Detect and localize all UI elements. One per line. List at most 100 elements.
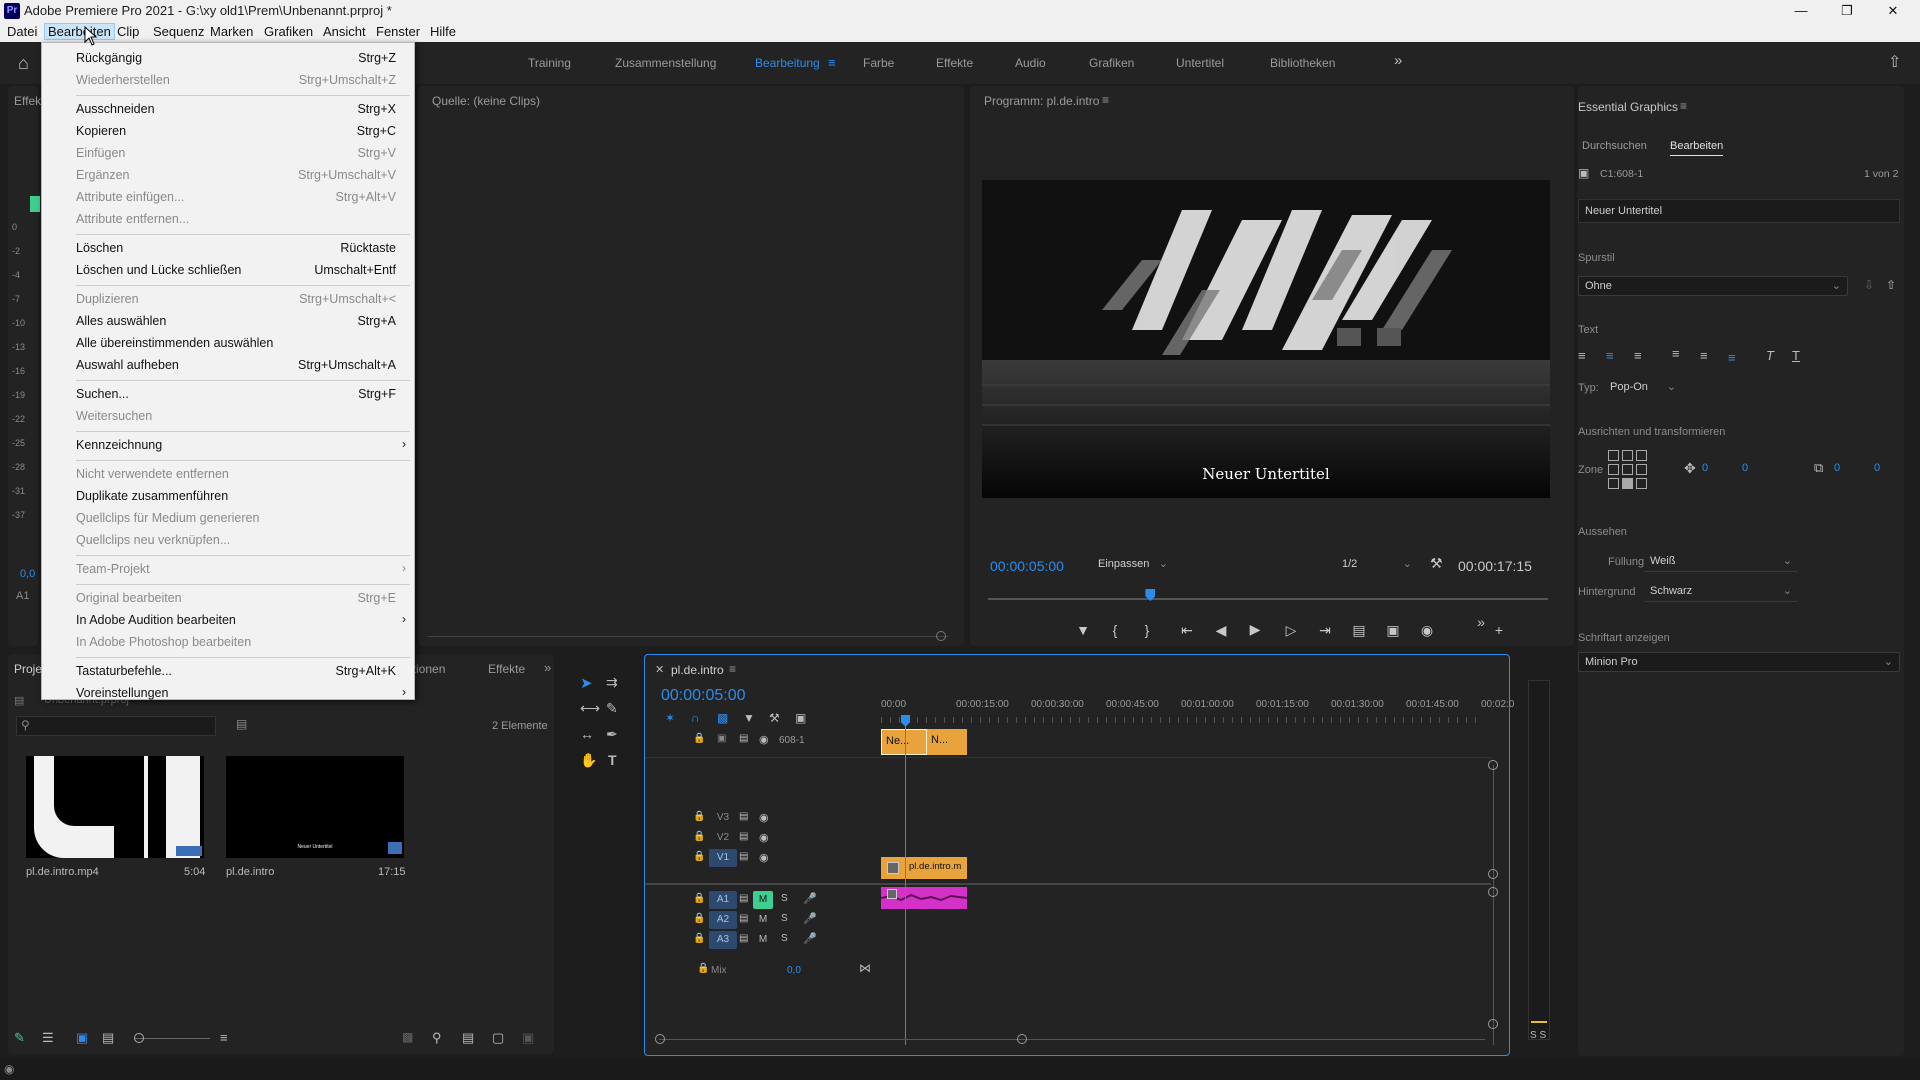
effect-tab[interactable]: Effekt	[14, 94, 44, 108]
eg-tab-edit[interactable]: Bearbeiten	[1670, 140, 1724, 156]
lock-icon[interactable]: 🔒	[697, 963, 709, 974]
write-protect-icon[interactable]: ✎	[14, 1030, 25, 1046]
project-tab[interactable]: Proje	[14, 662, 42, 676]
edit-menu-item[interactable]: Quellclips neu verknüpfen...	[76, 530, 402, 550]
eg-menu-icon[interactable]: ≡	[1680, 99, 1687, 113]
more-workspaces-icon[interactable]: »	[1394, 52, 1402, 69]
background-task-icon[interactable]: ◉	[4, 1062, 14, 1076]
edit-menu-item[interactable]: Original bearbeiten Strg+E	[76, 588, 402, 608]
extract-icon[interactable]: ▣	[1382, 622, 1404, 639]
workspace-bearbeitung[interactable]: Bearbeitung	[755, 56, 820, 70]
track-select-icon[interactable]: ⇉	[606, 674, 618, 691]
position-x[interactable]: 0	[1702, 462, 1708, 474]
minimize-icon[interactable]: —	[1778, 0, 1824, 22]
program-title[interactable]: Programm: pl.de.intro	[984, 94, 1099, 108]
timeline-vertical-scrollbar[interactable]	[1493, 765, 1494, 1045]
vscroll-handle-bottom[interactable]	[1488, 1019, 1498, 1029]
go-to-in-icon[interactable]: ⇤	[1176, 622, 1198, 639]
solo-button[interactable]: S	[781, 933, 788, 944]
toggle-output-icon[interactable]: ▤	[739, 811, 748, 822]
mix-value[interactable]: 0,0	[787, 965, 801, 976]
workspace-audio[interactable]: Audio	[1015, 56, 1046, 70]
edit-menu-item[interactable]: Quellclips für Medium generieren	[76, 508, 402, 528]
lock-icon[interactable]: 🔒	[693, 913, 705, 924]
scroll-handle-right[interactable]	[1017, 1034, 1027, 1044]
edit-menu-item[interactable]: Duplizieren Strg+Umschalt+<	[76, 289, 402, 309]
project-item-name[interactable]: pl.de.intro	[226, 866, 274, 878]
timeline-playhead[interactable]	[905, 715, 906, 1045]
toggle-sync-icon[interactable]: ▤	[739, 893, 748, 904]
audio-track-label[interactable]: A1	[709, 891, 737, 909]
eye-icon[interactable]: ◉	[759, 831, 769, 844]
program-monitor-frame[interactable]: Neuer Untertitel	[982, 180, 1550, 498]
project-search-input[interactable]: ⚲	[16, 716, 216, 736]
mix-go-to-icon[interactable]: ⋈	[859, 961, 871, 975]
go-to-out-icon[interactable]: ⇥	[1314, 622, 1336, 639]
edit-menu-item[interactable]: Ergänzen Strg+Umschalt+V	[76, 165, 402, 185]
zoom-slider-handle[interactable]	[134, 1033, 144, 1043]
edit-menu-item[interactable]: Auswahl aufheben Strg+Umschalt+A	[76, 355, 402, 375]
toggle-sync-icon[interactable]: ▤	[739, 933, 748, 944]
zoom-slider[interactable]	[134, 1038, 210, 1039]
maximize-icon[interactable]: ❐	[1824, 0, 1870, 22]
time-ruler[interactable]: 00:00 00:00:15:00 00:00:30:00 00:00:45:00 00…	[881, 699, 1514, 729]
program-menu-icon[interactable]: ≡	[1102, 93, 1109, 107]
menu-datei[interactable]: Datei	[4, 24, 40, 39]
push-style-icon[interactable]: ⇩	[1864, 278, 1874, 292]
edit-menu-item[interactable]: In Adobe Photoshop bearbeiten	[76, 632, 402, 652]
toggle-output-icon[interactable]: ▤	[739, 831, 748, 842]
underline-icon[interactable]: T	[1792, 348, 1800, 363]
menu-fenster[interactable]: Fenster	[373, 24, 423, 39]
align-right-icon[interactable]: ≡	[1634, 348, 1642, 363]
toggle-output-icon[interactable]: ▤	[739, 733, 748, 744]
type-dropdown[interactable]: Pop-On ⌄	[1604, 378, 1682, 398]
align-top-icon[interactable]: ≡	[1672, 346, 1680, 361]
edit-menu-item[interactable]: Tastaturbefehle... Strg+Alt+K	[76, 661, 402, 681]
effects-tab[interactable]: Effekte	[488, 662, 525, 676]
fit-dropdown[interactable]: Einpassen ⌄	[1092, 556, 1172, 574]
zone-cell[interactable]	[1636, 478, 1647, 489]
zone-cell[interactable]	[1622, 464, 1633, 475]
source-scrollbar[interactable]	[428, 636, 948, 637]
toggle-sync-icon[interactable]: ▤	[739, 913, 748, 924]
edit-menu-item[interactable]: Weitersuchen	[76, 406, 402, 426]
trash-icon[interactable]: ▣	[522, 1030, 534, 1046]
zone-cell[interactable]	[1636, 450, 1647, 461]
workspace-farbe[interactable]: Farbe	[863, 56, 894, 70]
align-bottom-icon[interactable]: ≡	[1728, 350, 1736, 365]
nest-icon[interactable]: ✶	[665, 711, 675, 725]
type-tool-icon[interactable]: T	[608, 752, 617, 768]
home-icon[interactable]: ⌂	[18, 53, 29, 74]
workspace-training[interactable]: Training	[528, 56, 571, 70]
edit-menu-item[interactable]: Ausschneiden Strg+X	[76, 99, 402, 119]
workspace-bibliotheken[interactable]: Bibliotheken	[1270, 56, 1335, 70]
video-track-label[interactable]: V3	[709, 809, 737, 827]
workspace-zusammenstellung[interactable]: Zusammenstellung	[615, 56, 716, 70]
mark-in-icon[interactable]: {	[1104, 622, 1126, 638]
project-item-thumbnail[interactable]	[26, 756, 204, 858]
new-bin-icon[interactable]: ▤	[462, 1030, 474, 1046]
freeform-view-icon[interactable]: ▤	[102, 1030, 114, 1046]
edit-menu-item[interactable]: Kopieren Strg+C	[76, 121, 402, 141]
zone-cell[interactable]	[1608, 464, 1619, 475]
step-forward-icon[interactable]: ▷	[1280, 622, 1302, 639]
linked-selection-icon[interactable]: ▩	[717, 711, 728, 725]
edit-menu-item[interactable]: Duplikate zusammenführen	[76, 486, 402, 506]
add-marker-icon[interactable]: ▼	[1072, 622, 1094, 638]
program-scrub-bar[interactable]	[988, 598, 1548, 600]
resolution-dropdown[interactable]: 1/2 ⌄	[1336, 556, 1416, 574]
align-left-icon[interactable]: ≡	[1578, 348, 1586, 363]
edit-menu-item[interactable]: Team-Projekt ›	[76, 559, 406, 579]
captions-toggle-icon[interactable]: ▣	[795, 711, 806, 725]
timeline-settings-icon[interactable]: ⚒	[769, 711, 780, 725]
list-view-icon[interactable]: ☰	[42, 1030, 54, 1046]
position-y[interactable]: 0	[1742, 462, 1748, 474]
mute-button[interactable]: M	[753, 931, 773, 949]
edit-menu-item[interactable]: Suchen... Strg+F	[76, 384, 402, 404]
edit-menu-item[interactable]: Voreinstellungen ›	[76, 683, 406, 703]
mark-out-icon[interactable]: }	[1136, 622, 1158, 638]
edit-menu-item[interactable]: Alles auswählen Strg+A	[76, 311, 402, 331]
sync-style-icon[interactable]: ⇧	[1886, 278, 1896, 292]
add-marker-icon[interactable]: ▼	[743, 711, 755, 725]
zone-cell[interactable]	[1608, 478, 1619, 489]
